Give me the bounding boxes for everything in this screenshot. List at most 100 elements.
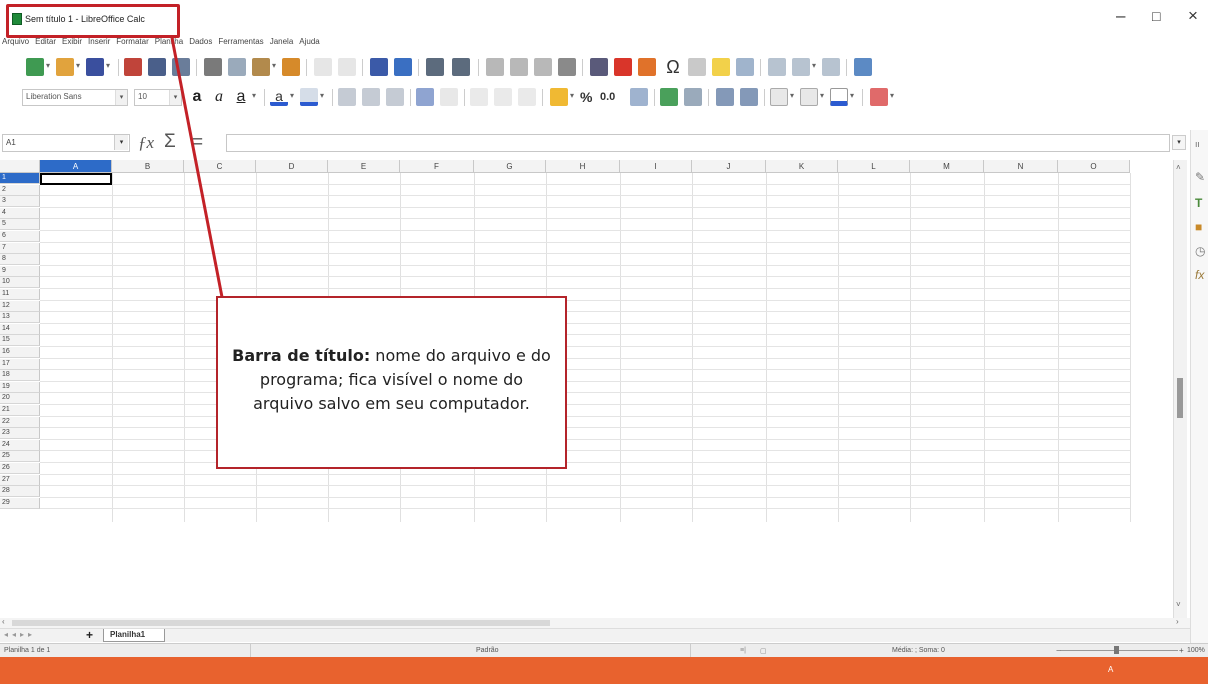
row-header[interactable]: 23 — [0, 428, 40, 440]
hyperlink-icon[interactable] — [688, 58, 706, 76]
scroll-down-icon[interactable]: ˅ — [1176, 600, 1181, 609]
chevron-down-icon[interactable]: ▾ — [820, 91, 824, 100]
scroll-up-icon[interactable]: ˄ — [1176, 163, 1181, 172]
row-header[interactable]: 14 — [0, 323, 40, 335]
undo-icon[interactable] — [314, 58, 332, 76]
show-draw-functions-icon[interactable] — [854, 58, 872, 76]
styles-icon[interactable]: ✎ — [1195, 170, 1208, 184]
column-header[interactable]: O — [1058, 160, 1130, 173]
formula-icon[interactable]: = — [192, 132, 203, 154]
chevron-down-icon[interactable]: ▾ — [570, 91, 574, 100]
freeze-rows-icon[interactable] — [792, 58, 810, 76]
border-style-icon[interactable] — [800, 88, 818, 106]
clock-icon[interactable]: ◷ — [1195, 244, 1208, 258]
font-name-field[interactable]: Liberation Sans ▾ — [22, 89, 128, 106]
print-icon[interactable] — [148, 58, 166, 76]
decrease-indent-icon[interactable] — [740, 88, 758, 106]
copy-icon[interactable] — [228, 58, 246, 76]
number-format-icon[interactable]: 0.0 — [600, 88, 626, 106]
row-header[interactable]: 1 — [0, 173, 40, 184]
autofilter-icon[interactable] — [558, 58, 576, 76]
vertical-scrollbar[interactable]: ˄ ˅ — [1173, 160, 1187, 618]
menu-item[interactable]: Dados — [189, 37, 212, 46]
gallery-icon[interactable]: T — [1195, 196, 1208, 210]
column-header[interactable]: H — [546, 160, 620, 173]
row-header[interactable]: 22 — [0, 416, 40, 428]
row-header[interactable]: 13 — [0, 312, 40, 324]
column-header[interactable]: C — [184, 160, 256, 173]
align-middle-icon[interactable] — [494, 88, 512, 106]
sheet-tab[interactable]: Planilha1 — [103, 629, 165, 642]
image-icon[interactable] — [590, 58, 608, 76]
align-bottom-icon[interactable] — [518, 88, 536, 106]
special-character-icon[interactable]: Ω — [664, 58, 682, 76]
split-window-icon[interactable] — [822, 58, 840, 76]
row-header[interactable]: 9 — [0, 265, 40, 277]
date-format-icon[interactable] — [630, 88, 648, 106]
merge-cells-icon[interactable] — [440, 88, 458, 106]
export-pdf-icon[interactable] — [124, 58, 142, 76]
selection-mode-icon[interactable]: ≡| — [740, 647, 746, 654]
row-header[interactable]: 10 — [0, 277, 40, 289]
menu-item[interactable]: Exibir — [62, 37, 82, 46]
print-preview-icon[interactable] — [172, 58, 190, 76]
headers-footers-icon[interactable] — [736, 58, 754, 76]
chevron-down-icon[interactable]: ▾ — [46, 61, 50, 70]
horizontal-scroll-thumb[interactable] — [12, 620, 550, 626]
zoom-out-icon[interactable]: − — [1056, 646, 1061, 655]
row-header[interactable]: 25 — [0, 451, 40, 463]
redo-icon[interactable] — [338, 58, 356, 76]
scroll-right-icon[interactable]: › — [1176, 617, 1179, 626]
row-header[interactable]: 6 — [0, 231, 40, 242]
chevron-down-icon[interactable]: ▾ — [115, 90, 127, 105]
paste-icon[interactable] — [252, 58, 270, 76]
wrap-text-icon[interactable] — [416, 88, 434, 106]
spreadsheet-grid[interactable]: A B C D E F G H I J K L M N O 1 2 3 4 5 6 7 8 9 10 11 12 13 14 15 16 17… — [0, 160, 1172, 618]
align-top-icon[interactable] — [470, 88, 488, 106]
row-header[interactable]: 20 — [0, 393, 40, 405]
row-header[interactable]: 4 — [0, 207, 40, 219]
sum-icon[interactable]: Σ — [164, 131, 176, 153]
chevron-down-icon[interactable]: ▾ — [320, 91, 324, 100]
row-header[interactable]: 21 — [0, 405, 40, 416]
column-header[interactable]: K — [766, 160, 838, 173]
row-header[interactable]: 24 — [0, 439, 40, 451]
sort-ascending-icon[interactable] — [510, 58, 528, 76]
chart-icon[interactable] — [614, 58, 632, 76]
menu-item[interactable]: Ajuda — [299, 37, 319, 46]
menu-item[interactable]: Planilha — [155, 37, 183, 46]
column-header[interactable]: J — [692, 160, 766, 173]
expand-formula-bar-icon[interactable]: ▾ — [1172, 135, 1186, 150]
row-header[interactable]: 5 — [0, 219, 40, 231]
conditional-format-icon[interactable] — [870, 88, 888, 106]
sort-descending-icon[interactable] — [534, 58, 552, 76]
row-header[interactable]: 17 — [0, 358, 40, 370]
column-header[interactable]: D — [256, 160, 328, 173]
maximize-button[interactable]: □ — [1152, 6, 1160, 26]
row-header[interactable]: 8 — [0, 254, 40, 266]
chevron-down-icon[interactable]: ▾ — [272, 61, 276, 70]
row-header[interactable]: 11 — [0, 289, 40, 300]
find-replace-icon[interactable] — [370, 58, 388, 76]
chevron-down-icon[interactable]: ▾ — [106, 61, 110, 70]
currency-icon[interactable] — [550, 88, 568, 106]
zoom-slider[interactable] — [1060, 650, 1178, 651]
column-header[interactable]: N — [984, 160, 1058, 173]
row-header[interactable]: 7 — [0, 242, 40, 254]
row-header[interactable]: 16 — [0, 347, 40, 358]
save-icon[interactable] — [86, 58, 104, 76]
name-box[interactable]: A1 — [2, 134, 130, 152]
font-color-icon[interactable]: a — [270, 88, 288, 106]
column-header[interactable]: F — [400, 160, 474, 173]
chevron-down-icon[interactable]: ▾ — [790, 91, 794, 100]
column-header[interactable]: A — [40, 160, 112, 173]
increase-indent-icon[interactable] — [716, 88, 734, 106]
row-header[interactable]: 19 — [0, 381, 40, 393]
open-icon[interactable] — [56, 58, 74, 76]
chevron-down-icon[interactable]: ▾ — [290, 91, 294, 100]
chevron-down-icon[interactable]: ▾ — [252, 91, 256, 100]
column-header[interactable]: I — [620, 160, 692, 173]
new-icon[interactable] — [26, 58, 44, 76]
add-decimal-icon[interactable] — [660, 88, 678, 106]
pivot-table-icon[interactable] — [638, 58, 656, 76]
